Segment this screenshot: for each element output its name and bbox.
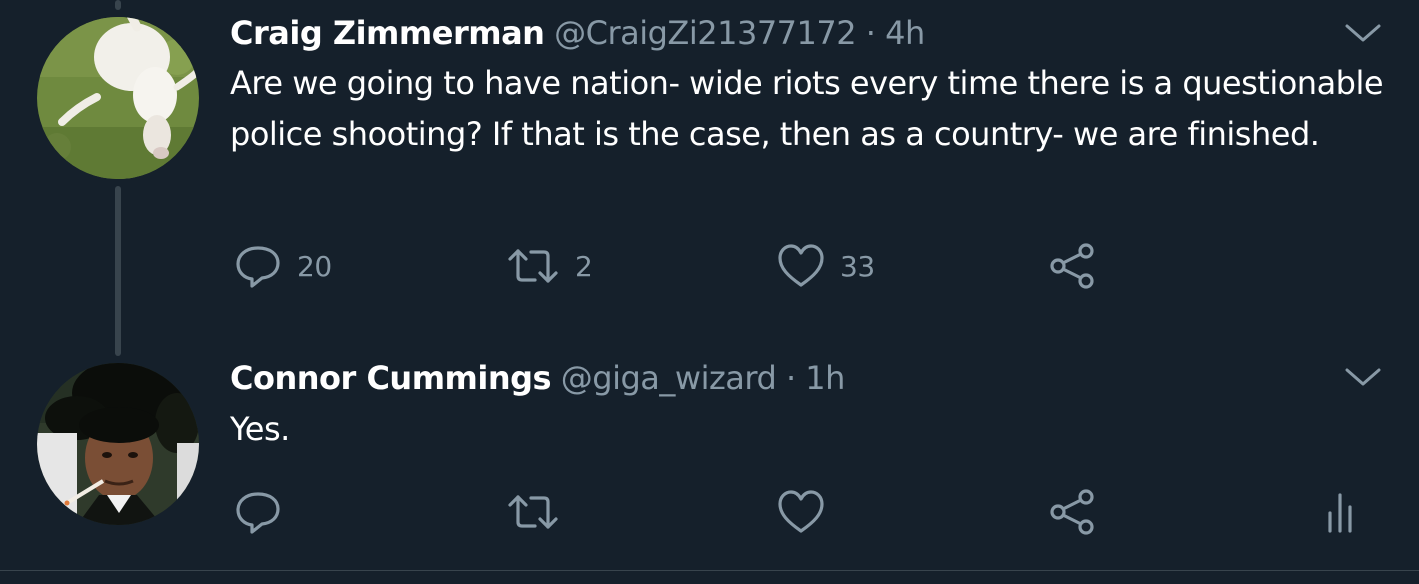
like-count: 33 bbox=[840, 249, 875, 283]
display-name[interactable]: Connor Cummings bbox=[230, 359, 552, 397]
tweet[interactable]: Craig Zimmerman @CraigZi21377172 · 4h Ar… bbox=[0, 0, 1419, 340]
like-button[interactable]: 33 bbox=[776, 241, 875, 291]
reply-icon bbox=[236, 492, 280, 534]
analytics-icon bbox=[1328, 493, 1352, 533]
avatar[interactable] bbox=[37, 363, 199, 525]
tweet-header: Craig Zimmerman @CraigZi21377172 · 4h bbox=[230, 13, 925, 53]
share-button[interactable] bbox=[1048, 241, 1098, 291]
separator: · bbox=[785, 359, 796, 397]
sheep-avatar bbox=[37, 17, 199, 179]
reply-button[interactable] bbox=[233, 487, 283, 537]
retweet-button[interactable] bbox=[505, 487, 561, 537]
tweet-text: Yes. bbox=[230, 410, 290, 448]
user-handle[interactable]: @CraigZi21377172 bbox=[554, 14, 857, 52]
retweet-button[interactable]: 2 bbox=[505, 241, 593, 291]
avatar[interactable] bbox=[37, 17, 199, 179]
share-button[interactable] bbox=[1048, 487, 1098, 537]
chevron-down-icon bbox=[1345, 24, 1381, 42]
timestamp[interactable]: 4h bbox=[885, 14, 925, 52]
chevron-down-icon bbox=[1345, 368, 1381, 386]
share-icon bbox=[1050, 489, 1094, 535]
tweet-header: Connor Cummings @giga_wizard · 1h bbox=[230, 358, 845, 398]
tweet-menu-button[interactable] bbox=[1343, 362, 1383, 392]
reply-button[interactable]: 20 bbox=[233, 241, 332, 291]
tweet[interactable]: Connor Cummings @giga_wizard · 1h Yes. bbox=[0, 340, 1419, 570]
heart-icon bbox=[778, 244, 824, 287]
tweet-menu-button[interactable] bbox=[1343, 18, 1383, 48]
analytics-button[interactable] bbox=[1322, 487, 1362, 537]
person-smoking-avatar bbox=[37, 363, 199, 525]
timestamp[interactable]: 1h bbox=[805, 359, 845, 397]
user-handle[interactable]: @giga_wizard bbox=[561, 359, 777, 397]
like-button[interactable] bbox=[776, 487, 826, 537]
tweet-text: Are we going to have nation- wide riots … bbox=[230, 64, 1384, 153]
retweet-icon bbox=[508, 495, 558, 529]
retweet-icon bbox=[508, 249, 558, 283]
divider bbox=[0, 570, 1419, 571]
display-name[interactable]: Craig Zimmerman bbox=[230, 14, 545, 52]
share-icon bbox=[1050, 243, 1094, 289]
heart-icon bbox=[778, 490, 824, 533]
retweet-count: 2 bbox=[575, 249, 593, 283]
reply-icon bbox=[236, 246, 280, 288]
reply-count: 20 bbox=[297, 249, 332, 283]
separator: · bbox=[865, 14, 876, 52]
